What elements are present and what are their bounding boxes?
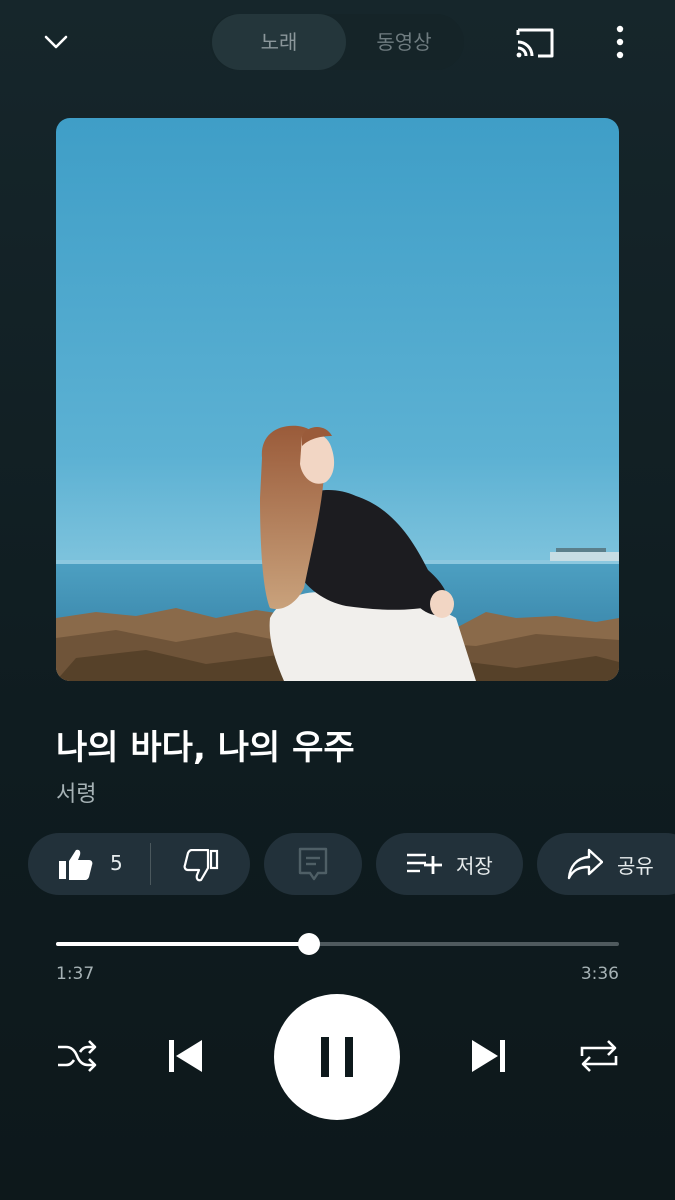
- thumbs-up-icon[interactable]: [58, 847, 94, 881]
- chevron-down-icon[interactable]: [38, 24, 74, 60]
- like-count: 5: [110, 851, 123, 875]
- divider: [150, 843, 151, 885]
- top-bar: 노래 동영상: [0, 0, 675, 84]
- album-art: [56, 118, 619, 681]
- repeat-icon[interactable]: [578, 1036, 620, 1080]
- song-video-toggle: 노래 동영상: [210, 14, 464, 70]
- share-button[interactable]: 공유: [537, 833, 675, 895]
- total-time: 3:36: [580, 964, 619, 984]
- shuffle-icon[interactable]: [56, 1036, 98, 1080]
- progress-thumb[interactable]: [298, 933, 320, 955]
- comment-icon: [298, 847, 328, 881]
- comment-button[interactable]: [264, 833, 362, 895]
- next-icon[interactable]: [470, 1038, 508, 1078]
- pause-icon: [319, 1036, 355, 1082]
- more-vert-icon[interactable]: [600, 22, 640, 62]
- play-pause-button[interactable]: [274, 994, 400, 1120]
- progress-fill: [56, 942, 309, 946]
- song-title: 나의 바다, 나의 우주: [56, 728, 355, 768]
- like-dislike-pill: 5: [28, 833, 250, 895]
- previous-icon[interactable]: [166, 1038, 204, 1078]
- artist-name[interactable]: 서령: [56, 776, 96, 808]
- current-time: 1:37: [56, 964, 95, 984]
- share-icon: [567, 848, 603, 880]
- cast-icon[interactable]: [512, 22, 558, 62]
- save-label: 저장: [456, 853, 493, 878]
- progress-slider[interactable]: [56, 933, 619, 955]
- tab-video[interactable]: 동영상: [344, 14, 464, 70]
- playlist-add-icon: [406, 851, 442, 877]
- thumbs-down-icon[interactable]: [183, 849, 219, 883]
- tab-song[interactable]: 노래: [212, 14, 346, 70]
- share-label: 공유: [617, 853, 654, 878]
- save-button[interactable]: 저장: [376, 833, 523, 895]
